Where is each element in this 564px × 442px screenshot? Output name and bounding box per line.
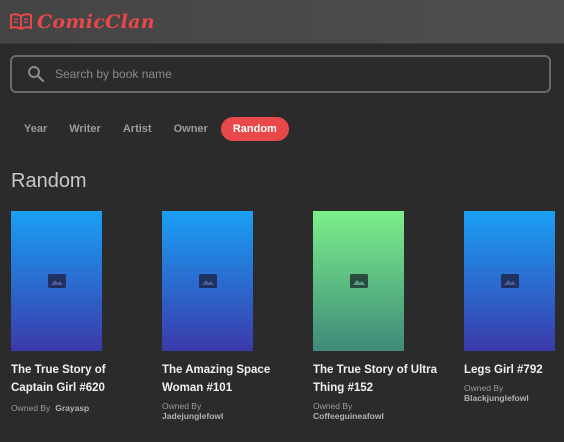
- owned-by-label: Owned By: [464, 383, 504, 393]
- book-title[interactable]: The True Story of Ultra Thing #152: [313, 361, 448, 397]
- image-placeholder-icon: [500, 274, 519, 288]
- book-title[interactable]: Legs Girl #792: [464, 361, 564, 379]
- book-cover[interactable]: [313, 211, 404, 351]
- tab-writer[interactable]: Writer: [58, 117, 112, 141]
- book-title[interactable]: The Amazing Space Woman #101: [162, 361, 297, 397]
- tab-year[interactable]: Year: [13, 117, 58, 141]
- app-logo[interactable]: ComicClan: [10, 9, 155, 35]
- book-card[interactable]: The Amazing Space Woman #101 Owned By Ja…: [162, 211, 297, 421]
- search-icon: [28, 66, 45, 83]
- book-open-icon: [10, 13, 32, 30]
- image-placeholder-icon: [47, 274, 66, 288]
- owned-by-label: Owned By: [162, 401, 202, 411]
- filter-tabs: Year Writer Artist Owner Random: [13, 117, 289, 141]
- tab-random[interactable]: Random: [220, 117, 289, 141]
- book-card[interactable]: The True Story of Ultra Thing #152 Owned…: [313, 211, 448, 421]
- search-bar: [10, 55, 551, 93]
- book-card[interactable]: The True Story of Captain Girl #620 Owne…: [11, 211, 146, 413]
- tab-artist[interactable]: Artist: [112, 117, 163, 141]
- search-input[interactable]: [53, 66, 527, 82]
- owner-name[interactable]: Jadejunglefowl: [162, 411, 297, 421]
- owned-by-label: Owned By: [11, 403, 51, 413]
- book-card[interactable]: Legs Girl #792 Owned By Blackjunglefowl: [464, 211, 564, 403]
- image-placeholder-icon: [198, 274, 217, 288]
- image-placeholder-icon: [349, 274, 368, 288]
- owner-name[interactable]: Blackjunglefowl: [464, 393, 564, 403]
- book-cover[interactable]: [464, 211, 555, 351]
- book-cover[interactable]: [11, 211, 102, 351]
- top-bar: ComicClan: [0, 0, 564, 44]
- owner-name[interactable]: Grayasp: [55, 403, 89, 413]
- book-cover[interactable]: [162, 211, 253, 351]
- owner-name[interactable]: Coffeeguineafowl: [313, 411, 448, 421]
- section-title: Random: [11, 170, 87, 192]
- book-title[interactable]: The True Story of Captain Girl #620: [11, 361, 146, 397]
- app-name: ComicClan: [37, 11, 155, 33]
- owned-by-label: Owned By: [313, 401, 353, 411]
- book-owner-row: Owned By Grayasp: [11, 403, 146, 413]
- tab-owner[interactable]: Owner: [163, 117, 219, 141]
